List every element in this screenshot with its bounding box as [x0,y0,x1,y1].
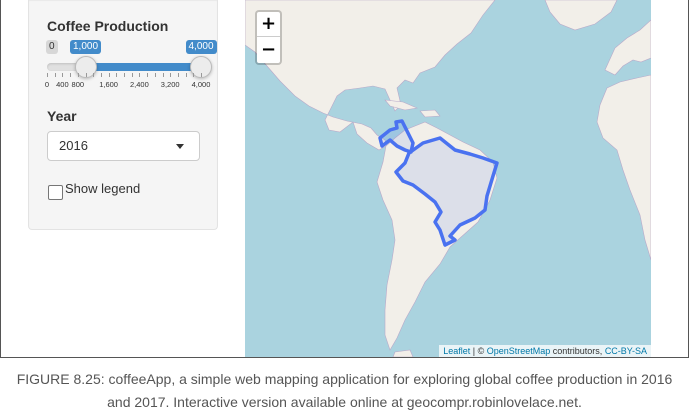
slider-tick-labels: 0 400 800 1,600 2,400 3,200 4,000 [29,80,219,90]
coffee-production-label: Coffee Production [47,18,169,34]
app-frame: Coffee Production 0 1,000 4,000 0 400 800 1… [0,0,689,358]
slider-selected-range [85,63,201,71]
slider-tick-label: 4,000 [191,80,211,89]
slider-tick-label: 400 [56,80,69,89]
slider-tick [185,73,187,77]
map-view[interactable]: + − Leaflet | © OpenStreetMap contributo… [245,0,651,357]
zoom-in-button[interactable]: + [257,12,280,37]
slider-tick [177,73,179,77]
slider-tick [47,73,48,77]
attribution-separator: | © [470,346,487,356]
slider-tick [93,73,95,77]
slider-tick [193,73,195,77]
caption-line-2: and 2017. Interactive version available … [107,394,582,410]
slider-tick-label: 2,400 [130,80,149,89]
slider-tick [108,73,110,77]
slider-tick [124,73,125,77]
attribution-contributors: contributors, [550,346,605,356]
slider-high-value: 4,000 [185,40,217,54]
slider-ticks [47,73,202,79]
show-legend-checkbox[interactable] [48,185,63,200]
slider-tick [85,73,87,77]
slider-min-label: 0 [46,40,58,54]
slider-tick-label: 800 [71,80,85,89]
zoom-out-button[interactable]: − [257,38,280,63]
slider-tick [170,73,172,77]
show-legend-label[interactable]: Show legend [65,181,140,196]
slider-tick [54,73,56,77]
slider-tick [154,73,156,77]
map-tiles [245,0,651,357]
slider-tick [77,73,79,77]
slider-tick [147,73,149,77]
license-link[interactable]: CC-BY-SA [605,346,647,356]
slider-tick [62,73,64,77]
slider-tick [116,73,118,77]
zoom-control: + − [255,10,282,65]
slider-tick [201,73,202,77]
slider-tick [139,73,141,77]
leaflet-link[interactable]: Leaflet [443,346,470,356]
slider-tick-label: 3,200 [160,80,180,89]
slider-tick-label: 1,600 [99,80,118,89]
year-label: Year [47,108,77,124]
slider-tick [70,73,72,77]
coffee-production-slider[interactable] [47,56,212,78]
slider-tick [100,73,102,77]
slider-tick [131,73,133,77]
chevron-down-icon [176,144,184,149]
slider-tick-label: 0 [44,80,50,89]
figure-caption: FIGURE 8.25: coffeeApp, a simple web map… [0,368,689,414]
slider-low-value: 1,000 [70,40,102,54]
sidebar-panel: Coffee Production 0 1,000 4,000 0 400 800 1… [28,0,218,230]
caption-line-1: FIGURE 8.25: coffeeApp, a simple web map… [16,371,673,387]
map-attribution: Leaflet | © OpenStreetMap contributors, … [439,345,651,357]
openstreetmap-link[interactable]: OpenStreetMap [487,346,551,356]
year-select[interactable]: 2016 [47,131,200,161]
slider-tick [162,73,164,77]
year-selected-value: 2016 [59,138,88,153]
